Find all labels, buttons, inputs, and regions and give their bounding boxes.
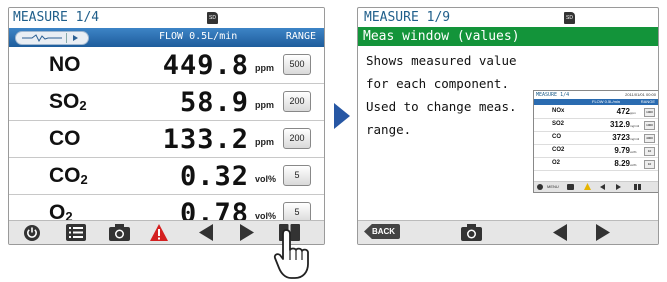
- screen-title: MEASURE 1/9: [364, 10, 451, 25]
- thumb-value: 8.29: [614, 159, 630, 168]
- range-header: RANGE: [285, 31, 316, 42]
- thumb-unit: mg/m3: [630, 124, 640, 128]
- component-name: NO: [49, 53, 81, 76]
- flow-readout: FLOW 0.5L/min: [159, 31, 238, 42]
- help-text-line: for each component.: [366, 76, 509, 91]
- help-heading-bar: Meas window (values): [358, 27, 658, 46]
- thumb-right-arrow-icon: [616, 184, 621, 190]
- thumb-row: O2 8.29 vol% 10: [534, 158, 658, 171]
- thumb-value: 312.9: [609, 120, 630, 129]
- pointing-hand-icon: [273, 229, 309, 279]
- help-text-line: Shows measured value: [366, 53, 517, 68]
- measurement-row: CO 133.2 ppm 200: [9, 121, 324, 158]
- thumb-range: 1000: [644, 121, 655, 130]
- range-button[interactable]: 200: [283, 128, 311, 149]
- unit-label: ppm: [255, 63, 274, 73]
- thumb-range: 1000: [644, 108, 655, 117]
- component-name: CO2: [49, 164, 88, 187]
- component-name: CO: [49, 127, 81, 150]
- warning-icon[interactable]: [149, 223, 169, 242]
- thumb-unit: vol%: [630, 163, 637, 167]
- left-arrow-icon[interactable]: [199, 224, 213, 241]
- sd-card-icon: SD: [207, 12, 218, 24]
- measured-value: 0.32: [179, 161, 249, 192]
- measure-screen-left: MEASURE 1/4 SD FLOW 0.5L/min RANGE NO 44…: [8, 7, 325, 245]
- thumb-range: 10: [644, 160, 655, 169]
- help-screen-right: MEASURE 1/9 SD Meas window (values) Show…: [357, 7, 659, 245]
- thumb-name: SO2: [552, 121, 565, 127]
- measurement-row: CO2 0.32 vol% 5: [9, 158, 324, 195]
- thumb-row: CO2 9.79 vol% 10: [534, 145, 658, 158]
- range-button[interactable]: 500: [283, 54, 311, 75]
- camera-icon[interactable]: [461, 224, 482, 241]
- measurement-row: NO 449.8 ppm 500: [9, 47, 324, 84]
- thumb-name: NOx: [552, 108, 565, 114]
- help-heading: Meas window (values): [363, 29, 520, 44]
- status-bar: FLOW 0.5L/min RANGE: [9, 28, 324, 47]
- transition-arrow-icon: [334, 103, 350, 129]
- measured-value: 449.8: [162, 50, 249, 81]
- thumb-unit: mg/m3: [630, 137, 640, 141]
- camera-icon[interactable]: [109, 224, 130, 241]
- thumb-camera-icon: [567, 184, 574, 190]
- thumb-power-icon: [537, 184, 543, 190]
- back-button[interactable]: BACK: [364, 224, 400, 239]
- measured-value: 133.2: [162, 124, 249, 155]
- thumb-unit: vol%: [630, 150, 637, 154]
- range-button[interactable]: 200: [283, 91, 311, 112]
- thumb-left-arrow-icon: [600, 184, 605, 190]
- bottom-toolbar: BACK: [358, 220, 658, 244]
- thumb-row: CO 3723 mg/m3 4000: [534, 132, 658, 145]
- measurement-row: SO2 58.9 ppm 200: [9, 84, 324, 121]
- thumb-row: NOx 472 ppm 1000: [534, 106, 658, 119]
- right-arrow-icon[interactable]: [596, 224, 610, 241]
- unit-label: ppm: [255, 100, 274, 110]
- thumb-range: 4000: [644, 134, 655, 143]
- thumb-value: 9.79: [614, 146, 630, 155]
- thumb-unit: ppm: [630, 111, 636, 115]
- left-arrow-icon[interactable]: [553, 224, 567, 241]
- screen-title: MEASURE 1/4: [13, 10, 100, 25]
- unit-label: vol%: [255, 174, 277, 184]
- thumb-title: MEASURE 1/4: [536, 92, 570, 98]
- thumb-value: 472: [616, 107, 630, 116]
- thumb-value: 3723: [612, 133, 630, 142]
- thumb-name: CO2: [552, 147, 565, 153]
- measured-value: 58.9: [179, 87, 249, 118]
- thumb-flow: FLOW 0.5L/min: [592, 99, 621, 104]
- play-icon: [73, 35, 78, 41]
- thumb-row: SO2 312.9 mg/m3 1000: [534, 119, 658, 132]
- menu-list-icon[interactable]: [66, 224, 86, 241]
- measure-screen-thumbnail: MEASURE 1/4 2011/01/01 00:00 FLOW 0.5L/m…: [533, 90, 658, 193]
- power-icon[interactable]: [23, 224, 41, 242]
- title-bar: MEASURE 1/9 SD: [358, 8, 658, 27]
- thumb-menu-label: MENU: [547, 184, 559, 189]
- component-name: SO2: [49, 90, 87, 113]
- thumb-info-icon: [634, 184, 641, 190]
- waveform-icon: [22, 34, 62, 43]
- thumb-toolbar: MENU: [534, 181, 658, 192]
- thumb-name: O2: [552, 160, 561, 166]
- unit-label: ppm: [255, 137, 274, 147]
- range-button[interactable]: 5: [283, 165, 311, 186]
- help-text-line: range.: [366, 122, 412, 137]
- thumb-warning-icon: [584, 183, 591, 190]
- thumb-name: CO: [552, 134, 561, 140]
- sd-card-icon: SD: [564, 12, 575, 24]
- title-bar: MEASURE 1/4 SD: [9, 8, 324, 28]
- thumb-range-header: RANGE: [640, 99, 655, 104]
- thumb-date: 2011/01/01 00:00: [625, 92, 656, 97]
- right-arrow-icon[interactable]: [240, 224, 254, 241]
- help-text-line: Used to change meas.: [366, 99, 517, 114]
- thumb-range: 10: [644, 147, 655, 156]
- signal-indicator[interactable]: [15, 31, 89, 45]
